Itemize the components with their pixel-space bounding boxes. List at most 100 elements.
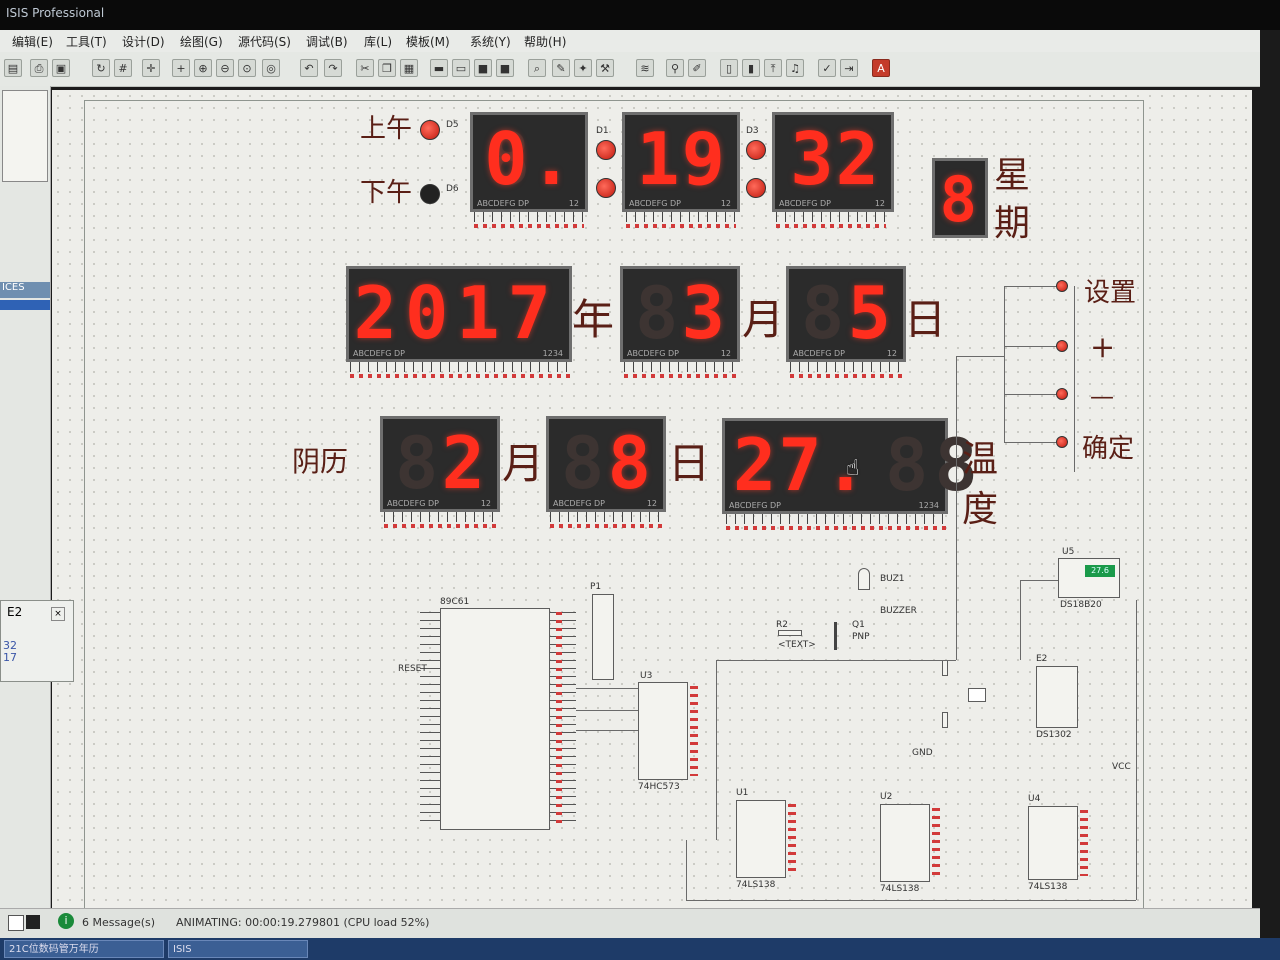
block-rotate-icon[interactable]: ■ xyxy=(474,59,492,77)
exit-parent-icon[interactable]: ⤒ xyxy=(764,59,782,77)
block-delete-icon[interactable]: ■ xyxy=(496,59,514,77)
confirm-button[interactable] xyxy=(1056,436,1068,448)
menu-tools[interactable]: 工具(T) xyxy=(66,33,107,50)
save-icon[interactable]: ▣ xyxy=(52,59,70,77)
print-icon[interactable]: ⎙ xyxy=(30,59,48,77)
electrical-check-icon[interactable]: ✓ xyxy=(818,59,836,77)
p1-resistor-pack[interactable] xyxy=(592,594,614,680)
bom-icon[interactable]: ♫ xyxy=(786,59,804,77)
menu-debug[interactable]: 调试(B) xyxy=(306,33,348,50)
buzzer[interactable] xyxy=(858,568,870,590)
week-label-2: 期 xyxy=(994,203,1031,244)
u3-latch[interactable] xyxy=(638,682,688,780)
r2-resistor[interactable] xyxy=(778,630,802,636)
u2-part: 74LS138 xyxy=(880,884,920,894)
r2-text-tag: <TEXT> xyxy=(778,640,816,650)
floating-value-2: 17 xyxy=(3,651,17,664)
open-icon[interactable]: ▤ xyxy=(4,59,22,77)
remove-sheet-icon[interactable]: ▮ xyxy=(742,59,760,77)
close-icon[interactable]: × xyxy=(51,607,65,621)
block-move-icon[interactable]: ▭ xyxy=(452,59,470,77)
led-d1-label: D1 xyxy=(596,126,609,136)
ares-icon[interactable]: A xyxy=(872,59,890,77)
copy-icon[interactable]: ❐ xyxy=(378,59,396,77)
led-am xyxy=(420,120,440,140)
menu-system[interactable]: 系统(Y) xyxy=(470,33,511,50)
q1-type: PNP xyxy=(852,632,870,642)
menu-library[interactable]: 库(L) xyxy=(364,33,392,50)
device-list-selected[interactable] xyxy=(0,300,50,310)
day-display: 8 5 ABCDEFG DP 12 xyxy=(786,266,906,362)
package-tool-icon[interactable]: ✦ xyxy=(574,59,592,77)
pick-device-icon[interactable]: ⌕ xyxy=(528,59,546,77)
origin-icon[interactable]: ✛ xyxy=(142,59,160,77)
taskbar: 21C位数码管万年历 ISIS xyxy=(0,938,1280,960)
taskbar-item-isis[interactable]: ISIS xyxy=(168,940,308,958)
netlist-icon[interactable]: ⇥ xyxy=(840,59,858,77)
set-button[interactable] xyxy=(1056,280,1068,292)
refresh-icon[interactable]: ↻ xyxy=(92,59,110,77)
temperature-label-2: 度 xyxy=(962,489,999,530)
led-colon-1-top xyxy=(596,140,616,160)
block-copy-icon[interactable]: ▬ xyxy=(430,59,448,77)
day-pins xyxy=(790,362,902,378)
new-sheet-icon[interactable]: ▯ xyxy=(720,59,738,77)
message-count[interactable]: 6 Message(s) xyxy=(82,916,155,929)
menu-help[interactable]: 帮助(H) xyxy=(524,33,566,50)
menu-draw[interactable]: 绘图(G) xyxy=(180,33,223,50)
menu-source[interactable]: 源代码(S) xyxy=(238,33,291,50)
u5-part: DS18B20 xyxy=(1060,600,1102,610)
year-pins xyxy=(350,362,570,378)
cut-icon[interactable]: ✂ xyxy=(356,59,374,77)
make-device-icon[interactable]: ✎ xyxy=(552,59,570,77)
plus-button[interactable] xyxy=(1056,340,1068,352)
e2-rtc[interactable] xyxy=(1036,666,1078,728)
mcu-chip[interactable] xyxy=(440,608,550,830)
crystal[interactable] xyxy=(968,688,986,702)
capacitor-2[interactable] xyxy=(942,712,948,728)
taskbar-item-document[interactable]: 21C位数码管万年历 xyxy=(4,940,164,958)
year-pin-label: ABCDEFG DP xyxy=(353,349,405,358)
paste-icon[interactable]: ▦ xyxy=(400,59,418,77)
capacitor-1[interactable] xyxy=(942,660,948,676)
zoom-area-icon[interactable]: ◎ xyxy=(262,59,280,77)
zoom-out-icon[interactable]: ⊖ xyxy=(216,59,234,77)
minus-button[interactable] xyxy=(1056,388,1068,400)
mcu-label: 89C61 xyxy=(440,597,470,607)
hour-pin-label: ABCDEFG DP xyxy=(477,199,529,208)
e2-part: DS1302 xyxy=(1036,730,1072,740)
wire-u5 xyxy=(1020,580,1058,581)
month-pins xyxy=(624,362,736,378)
u2-decoder[interactable] xyxy=(880,804,930,882)
minute-digits: 19 xyxy=(636,117,727,201)
year-common-label: 1234 xyxy=(542,349,563,358)
zoom-in-icon[interactable]: ⊕ xyxy=(194,59,212,77)
hour-digits: 0. xyxy=(484,117,575,201)
overview-window[interactable] xyxy=(2,90,48,182)
stop-button[interactable] xyxy=(8,915,24,931)
undo-icon[interactable]: ↶ xyxy=(300,59,318,77)
u5-sensor[interactable]: 27.6 xyxy=(1058,558,1120,598)
led-pm xyxy=(420,184,440,204)
search-icon[interactable]: ⚲ xyxy=(666,59,684,77)
floating-watch-window[interactable]: E2 × 32 17 xyxy=(0,600,74,682)
lunar-day-digits: 8 xyxy=(607,421,653,505)
zoom-all-icon[interactable]: ⊙ xyxy=(238,59,256,77)
week-display: 8 xyxy=(932,158,988,238)
decompose-icon[interactable]: ⚒ xyxy=(596,59,614,77)
minute-common-label: 12 xyxy=(720,199,731,208)
wire-top-bus xyxy=(716,660,956,661)
pause-button[interactable] xyxy=(26,915,40,929)
menu-template[interactable]: 模板(M) xyxy=(406,33,450,50)
pan-icon[interactable]: + xyxy=(172,59,190,77)
q1-transistor[interactable] xyxy=(834,622,837,650)
u1-decoder[interactable] xyxy=(736,800,786,878)
u4-decoder[interactable] xyxy=(1028,806,1078,880)
property-tool-icon[interactable]: ✐ xyxy=(688,59,706,77)
menu-edit[interactable]: 编辑(E) xyxy=(12,33,53,50)
menu-design[interactable]: 设计(D) xyxy=(122,33,165,50)
redo-icon[interactable]: ↷ xyxy=(324,59,342,77)
led-colon-1-bottom xyxy=(596,178,616,198)
grid-icon[interactable]: # xyxy=(114,59,132,77)
wire-autorouter-icon[interactable]: ≋ xyxy=(636,59,654,77)
